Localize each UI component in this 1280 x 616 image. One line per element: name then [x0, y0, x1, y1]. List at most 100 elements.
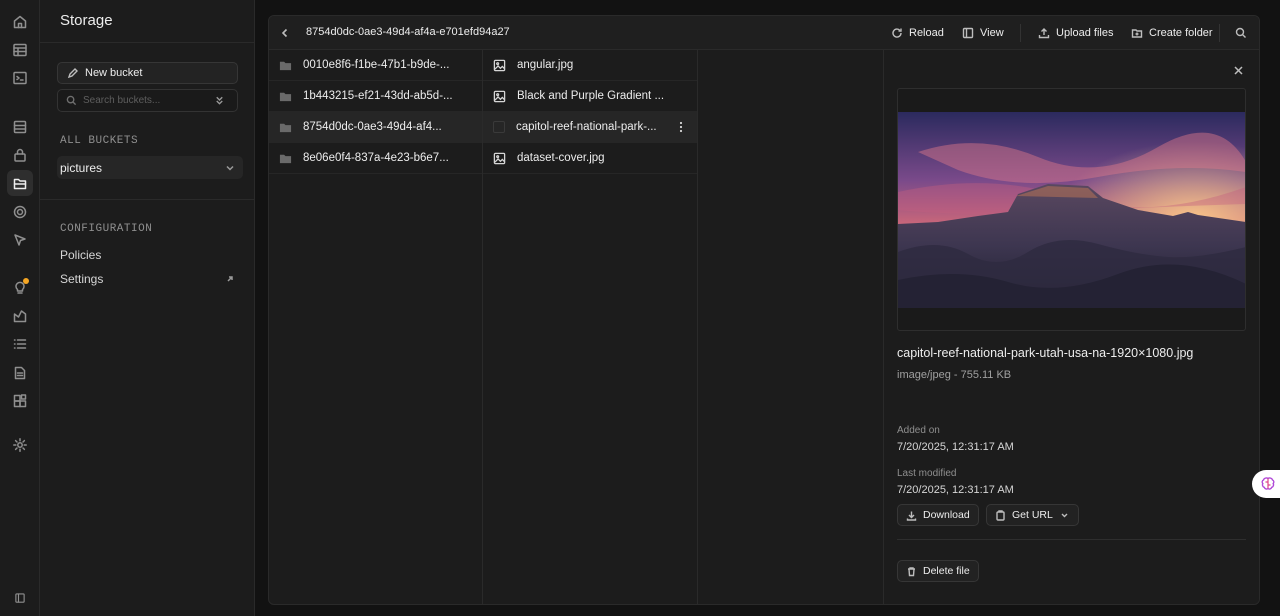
folder-icon — [279, 92, 292, 101]
folder-row-selected[interactable]: 8754d0dc-0ae3-49d4-af4... — [269, 112, 482, 143]
database-icon[interactable] — [7, 114, 33, 140]
auth-icon[interactable] — [7, 142, 33, 168]
file-row[interactable]: angular.jpg — [483, 50, 697, 81]
delete-file-button[interactable]: Delete file — [897, 560, 979, 582]
file-name: capitol-reef-national-park-... — [516, 121, 657, 133]
advisors-icon[interactable] — [7, 274, 33, 300]
explorer-header: 8754d0dc-0ae3-49d4-af4a-e701efd94a27 Rel… — [269, 16, 1259, 50]
folder-row[interactable]: 1b443215-ef21-43dd-ab5d-... — [269, 81, 482, 112]
landscape-image — [898, 112, 1245, 308]
download-icon — [906, 511, 917, 521]
folder-name: 8e06e0f4-837a-4e23-b6e7... — [303, 152, 449, 164]
preview-file-name: capitol-reef-national-park-utah-usa-na-1… — [897, 346, 1194, 360]
assistant-widget[interactable] — [1252, 470, 1280, 498]
folder-row[interactable]: 8e06e0f4-837a-4e23-b6e7... — [269, 143, 482, 174]
file-row[interactable]: Black and Purple Gradient ... — [483, 81, 697, 112]
folder-name: 1b443215-ef21-43dd-ab5d-... — [303, 90, 453, 102]
reports-icon[interactable] — [7, 303, 33, 329]
external-link-icon — [227, 276, 233, 282]
files-column: angular.jpg Black and Purple Gradient ..… — [483, 50, 698, 604]
table-editor-icon[interactable] — [7, 37, 33, 63]
delete-file-label: Delete file — [923, 565, 970, 577]
folder-icon — [279, 154, 292, 163]
search-files-button[interactable] — [1235, 25, 1253, 41]
divider — [40, 199, 255, 200]
bucket-item-pictures[interactable]: pictures — [57, 156, 243, 179]
view-label: View — [980, 27, 1004, 39]
added-on-label: Added on — [897, 425, 940, 436]
search-buckets-input[interactable] — [83, 95, 213, 106]
all-buckets-heading: ALL BUCKETS — [60, 135, 139, 147]
folder-icon — [279, 61, 292, 70]
upload-files-label: Upload files — [1056, 27, 1114, 39]
image-icon — [493, 152, 506, 164]
last-modified-value: 7/20/2025, 12:31:17 AM — [897, 484, 1014, 496]
file-name: Black and Purple Gradient ... — [517, 90, 665, 102]
more-options-icon[interactable] — [675, 121, 687, 133]
back-button[interactable] — [279, 26, 293, 40]
file-checkbox[interactable] — [493, 121, 505, 133]
bucket-name: pictures — [60, 160, 103, 175]
file-explorer: 8754d0dc-0ae3-49d4-af4a-e701efd94a27 Rel… — [268, 15, 1260, 605]
header-separator — [1219, 24, 1220, 42]
file-row-selected[interactable]: capitol-reef-national-park-... — [483, 112, 697, 143]
columns-icon — [962, 27, 974, 39]
policies-link[interactable]: Policies — [60, 248, 235, 262]
file-name: dataset-cover.jpg — [517, 152, 605, 164]
folder-name: 8754d0dc-0ae3-49d4-af4... — [303, 121, 442, 133]
search-icon — [66, 95, 77, 106]
folder-row[interactable]: 0010e8f6-f1be-47b1-b9de-... — [269, 50, 482, 81]
storage-icon[interactable] — [7, 170, 33, 196]
reload-button[interactable]: Reload — [891, 25, 944, 41]
collapse-sidebar-icon[interactable] — [7, 585, 33, 611]
realtime-icon[interactable] — [7, 199, 33, 225]
search-buckets-field[interactable] — [57, 89, 238, 112]
breadcrumb: 8754d0dc-0ae3-49d4-af4a-e701efd94a27 — [306, 26, 510, 38]
preview-file-meta: image/jpeg - 755.11 KB — [897, 369, 1012, 381]
api-docs-icon[interactable] — [7, 360, 33, 386]
logs-icon[interactable] — [7, 331, 33, 357]
sql-editor-icon[interactable] — [7, 65, 33, 91]
folder-name: 0010e8f6-f1be-47b1-b9de-... — [303, 59, 450, 71]
storage-sidebar: Storage New bucket ALL BUCKETS pictures … — [40, 0, 255, 616]
close-preview-button[interactable] — [1233, 63, 1245, 75]
image-preview — [897, 88, 1246, 331]
policies-label: Policies — [60, 248, 102, 262]
get-url-label: Get URL — [1012, 509, 1053, 521]
header-separator — [1020, 24, 1021, 42]
folders-column: 0010e8f6-f1be-47b1-b9de-... 1b443215-ef2… — [269, 50, 483, 604]
last-modified-label: Last modified — [897, 468, 957, 479]
configuration-heading: CONFIGURATION — [60, 223, 153, 235]
image-icon — [493, 90, 506, 102]
view-button[interactable]: View — [962, 25, 1004, 41]
upload-icon — [1038, 28, 1050, 39]
edit-icon — [67, 68, 78, 79]
reload-label: Reload — [909, 27, 944, 39]
settings-icon[interactable] — [7, 432, 33, 458]
get-url-button[interactable]: Get URL — [986, 504, 1079, 526]
file-row[interactable]: dataset-cover.jpg — [483, 143, 697, 174]
icon-rail — [0, 0, 40, 616]
chevron-down-icon — [226, 165, 234, 171]
home-icon[interactable] — [7, 9, 33, 35]
divider — [40, 42, 255, 43]
added-on-value: 7/20/2025, 12:31:17 AM — [897, 441, 1014, 453]
clipboard-icon — [996, 509, 1005, 521]
settings-link[interactable]: Settings — [60, 272, 235, 286]
new-bucket-label: New bucket — [85, 67, 143, 79]
trash-icon — [908, 566, 915, 576]
upload-files-button[interactable]: Upload files — [1038, 25, 1113, 41]
new-bucket-button[interactable]: New bucket — [57, 62, 238, 84]
sort-icon[interactable] — [214, 95, 225, 106]
chevron-down-icon — [1061, 513, 1068, 517]
sidebar-title: Storage — [60, 12, 113, 29]
folder-icon — [279, 123, 292, 132]
edge-functions-icon[interactable] — [7, 227, 33, 253]
notification-dot — [23, 278, 29, 284]
divider — [897, 539, 1246, 540]
close-icon — [1234, 66, 1243, 75]
integrations-icon[interactable] — [7, 388, 33, 414]
reload-icon — [892, 28, 902, 38]
create-folder-button[interactable]: Create folder — [1131, 25, 1213, 41]
download-button[interactable]: Download — [897, 504, 979, 526]
